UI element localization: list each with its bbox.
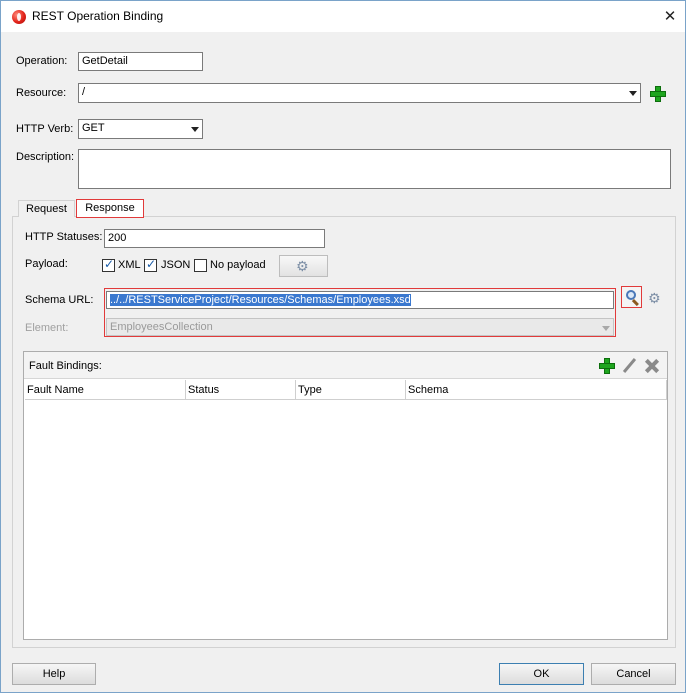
close-icon[interactable]: ✕ bbox=[655, 1, 685, 32]
element-label: Element: bbox=[25, 322, 69, 334]
fault-bindings-header: Fault Bindings: bbox=[24, 352, 667, 379]
http-verb-value: GET bbox=[82, 122, 105, 134]
app-icon bbox=[12, 10, 26, 24]
operation-label: Operation: bbox=[16, 55, 68, 67]
search-icon bbox=[626, 290, 636, 300]
gear-icon: ⚙ bbox=[296, 258, 309, 274]
edit-icon[interactable] bbox=[621, 358, 637, 374]
fault-bindings-columns: Fault Name Status Type Schema bbox=[25, 380, 667, 400]
resource-combo[interactable]: / bbox=[78, 83, 641, 103]
resource-value: / bbox=[82, 86, 86, 98]
chevron-down-icon bbox=[191, 127, 199, 132]
cancel-button[interactable]: Cancel bbox=[591, 663, 676, 685]
title-bar: REST Operation Binding ✕ bbox=[1, 1, 685, 32]
json-checkbox[interactable] bbox=[144, 257, 157, 272]
no-payload-checkbox[interactable] bbox=[194, 259, 207, 272]
http-verb-combo[interactable]: GET bbox=[78, 119, 203, 139]
element-value: EmployeesCollection bbox=[110, 321, 213, 333]
chevron-down-icon bbox=[602, 326, 610, 331]
no-payload-checkbox-label: No payload bbox=[210, 259, 266, 271]
help-button[interactable]: Help bbox=[12, 663, 96, 685]
tab-response[interactable]: Response bbox=[76, 199, 144, 218]
column-type[interactable]: Type bbox=[296, 380, 406, 400]
dialog-window: REST Operation Binding ✕ Operation: GetD… bbox=[0, 0, 686, 693]
fault-bindings-panel: Fault Bindings: Fault Name Status Type S… bbox=[23, 351, 668, 640]
add-icon[interactable] bbox=[599, 358, 615, 374]
http-statuses-label: HTTP Statuses: bbox=[25, 231, 103, 243]
resource-label: Resource: bbox=[16, 87, 67, 99]
schema-url-label: Schema URL: bbox=[25, 294, 94, 306]
xml-checkbox-label: XML bbox=[118, 259, 141, 271]
column-fault-name[interactable]: Fault Name bbox=[25, 380, 186, 400]
http-verb-label: HTTP Verb: bbox=[16, 123, 74, 135]
schema-url-input[interactable]: ../../RESTServiceProject/Resources/Schem… bbox=[106, 291, 614, 309]
fault-bindings-label: Fault Bindings: bbox=[29, 360, 102, 372]
search-schema-button[interactable] bbox=[621, 286, 642, 308]
add-resource-icon[interactable] bbox=[650, 86, 666, 102]
schema-url-value: ../../RESTServiceProject/Resources/Schem… bbox=[110, 294, 411, 306]
operation-input[interactable]: GetDetail bbox=[78, 52, 203, 71]
ok-button[interactable]: OK bbox=[499, 663, 584, 685]
column-status[interactable]: Status bbox=[186, 380, 296, 400]
xml-checkbox[interactable] bbox=[102, 257, 115, 272]
delete-icon[interactable] bbox=[644, 358, 660, 374]
description-label: Description: bbox=[16, 151, 75, 163]
chevron-down-icon bbox=[629, 91, 637, 96]
json-checkbox-label: JSON bbox=[161, 259, 191, 271]
payload-label: Payload: bbox=[25, 258, 68, 270]
window-title: REST Operation Binding bbox=[32, 9, 164, 23]
http-statuses-input[interactable]: 200 bbox=[104, 229, 325, 248]
description-textarea[interactable] bbox=[78, 149, 671, 189]
tab-request[interactable]: Request bbox=[18, 200, 75, 217]
element-combo[interactable]: EmployeesCollection bbox=[106, 318, 614, 336]
payload-settings-button[interactable]: ⚙ bbox=[279, 255, 328, 277]
gear-icon[interactable]: ⚙ bbox=[648, 290, 661, 307]
column-schema[interactable]: Schema bbox=[406, 380, 667, 400]
search-icon-handle bbox=[631, 299, 639, 307]
